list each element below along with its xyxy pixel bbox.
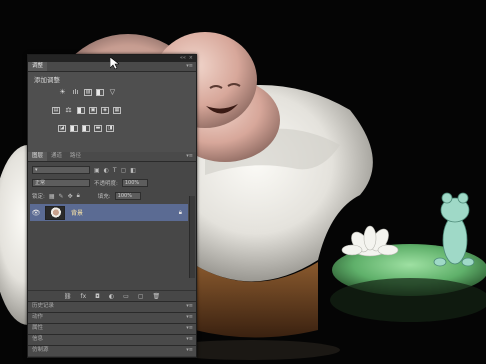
tab-paths[interactable]: 路径 xyxy=(66,152,85,161)
fill-label: 填充: xyxy=(97,194,111,200)
black-white-icon[interactable] xyxy=(77,107,85,114)
lock-move-icon[interactable]: ✥ xyxy=(68,193,73,200)
mixer-icon[interactable]: ◈ xyxy=(101,107,109,114)
blend-row: 正常 不透明度: 100% xyxy=(32,178,192,188)
adjustment-row-2: ▤ ⚖ ▣ ◈ ▦ xyxy=(52,107,121,114)
layers-menu-icon[interactable]: ▾≡ xyxy=(186,153,193,160)
filter-adjust-icon[interactable]: ◐ xyxy=(104,167,109,174)
link-icon[interactable]: ⛓︎ xyxy=(64,293,72,300)
history-panel-tab[interactable]: 历史记录 ▾≡ xyxy=(28,301,196,312)
opacity-label: 不透明度: xyxy=(94,181,118,187)
adjustment-layer-icon[interactable]: ◐ xyxy=(109,293,114,300)
lock-row: 锁定: ▦ ✎ ✥ 🔒︎ 填充: 100% xyxy=(32,191,192,201)
adjustment-row-1: ☀ ıIı ▨ ▽ xyxy=(58,89,117,96)
selective-color-icon[interactable]: ◨ xyxy=(106,125,114,132)
balance-icon[interactable]: ⚖ xyxy=(64,107,73,114)
mouse-cursor-icon xyxy=(110,57,119,70)
brightness-icon[interactable]: ☀ xyxy=(58,89,67,96)
panel-stack: «« × 调整 ▾≡ 添加调整 ☀ ıIı ▨ ▽ ▤ ⚖ ▣ ◈ ▦ ◪ ▬ … xyxy=(27,54,197,358)
clone-source-menu-icon[interactable]: ▾≡ xyxy=(186,347,193,354)
tab-adjustments[interactable]: 调整 xyxy=(28,62,48,71)
mask-icon[interactable]: ◘ xyxy=(95,293,100,300)
kind-filter[interactable]: ▾ xyxy=(32,166,90,174)
layer-lock-icon: 🔒︎ xyxy=(178,208,182,216)
filter-shape-icon[interactable]: ▢ xyxy=(121,167,127,174)
lock-all-icon[interactable]: 🔒︎ xyxy=(77,192,80,200)
curves-icon[interactable]: ▨ xyxy=(84,89,92,96)
tab-properties[interactable]: 属性 xyxy=(28,325,47,331)
gradient-map-triangle-icon[interactable]: ▽ xyxy=(108,89,117,96)
tab-layers[interactable]: 图层 xyxy=(28,152,48,161)
properties-menu-icon[interactable]: ▾≡ xyxy=(186,325,193,332)
adjustments-title: 添加调整 xyxy=(34,76,60,84)
lock-transparent-icon[interactable]: ▦ xyxy=(49,193,55,200)
blend-mode-select[interactable]: 正常 xyxy=(32,179,90,187)
photo-filter-icon[interactable]: ▣ xyxy=(89,107,97,114)
layers-footer: ⛓︎ fx ◘ ◐ ▭ ▢ 🗑︎ xyxy=(28,290,196,301)
layer-row-background[interactable]: 👁︎ 背景 🔒︎ xyxy=(30,204,188,221)
posterize-icon[interactable] xyxy=(70,125,78,132)
lookup-icon[interactable]: ▦ xyxy=(113,107,121,114)
delete-icon[interactable]: 🗑︎ xyxy=(153,293,161,300)
clone-source-panel-tab[interactable]: 仿制源 ▾≡ xyxy=(28,345,196,356)
layers-tabbar: 图层 通道 路径 ▾≡ xyxy=(28,152,196,162)
actions-menu-icon[interactable]: ▾≡ xyxy=(186,314,193,321)
history-menu-icon[interactable]: ▾≡ xyxy=(186,303,193,310)
group-icon[interactable]: ▭ xyxy=(123,293,129,300)
properties-panel-tab[interactable]: 属性 ▾≡ xyxy=(28,323,196,334)
threshold-icon[interactable] xyxy=(82,125,90,132)
layer-filter-row: ▾ ▣ ◐ T ▢ ◧ xyxy=(32,165,192,175)
tab-history[interactable]: 历史记录 xyxy=(28,303,58,309)
adjustments-panel: 添加调整 ☀ ıIı ▨ ▽ ▤ ⚖ ▣ ◈ ▦ ◪ ▬ ◨ xyxy=(28,72,196,152)
layers-panel: ▾ ▣ ◐ T ▢ ◧ 正常 不透明度: 100% 锁定: ▦ ✎ ✥ 🔒︎ 填… xyxy=(28,162,196,301)
opacity-input[interactable]: 100% xyxy=(121,179,148,187)
lock-brush-icon[interactable]: ✎ xyxy=(59,193,64,200)
tab-info[interactable]: 信息 xyxy=(28,336,47,342)
tab-clone-source[interactable]: 仿制源 xyxy=(28,347,53,353)
layer-name[interactable]: 背景 xyxy=(71,208,83,217)
gradient-map-icon[interactable]: ▬ xyxy=(94,125,102,132)
close-icon[interactable]: × xyxy=(189,55,193,62)
layers-scrollbar[interactable] xyxy=(189,196,195,278)
actions-panel-tab[interactable]: 动作 ▾≡ xyxy=(28,312,196,323)
filter-pixel-icon[interactable]: ▣ xyxy=(94,167,100,174)
tab-channels[interactable]: 通道 xyxy=(47,152,66,161)
info-menu-icon[interactable]: ▾≡ xyxy=(186,336,193,343)
fx-icon[interactable]: fx xyxy=(80,293,86,300)
adjustment-row-3: ◪ ▬ ◨ xyxy=(58,125,114,132)
new-layer-icon[interactable]: ▢ xyxy=(138,293,144,300)
exposure-icon[interactable] xyxy=(96,89,104,96)
info-panel-tab[interactable]: 信息 ▾≡ xyxy=(28,334,196,345)
collapse-icon[interactable]: «« xyxy=(180,55,186,62)
lock-label: 锁定: xyxy=(32,194,45,200)
visibility-eye-icon[interactable]: 👁︎ xyxy=(30,209,42,217)
invert-icon[interactable]: ◪ xyxy=(58,125,66,132)
tab-actions[interactable]: 动作 xyxy=(28,314,47,320)
vibrance-icon[interactable]: ▤ xyxy=(52,107,60,114)
levels-icon[interactable]: ıIı xyxy=(71,89,80,96)
layer-thumbnail xyxy=(45,205,65,220)
panel-menu-icon[interactable]: ▾≡ xyxy=(186,63,193,70)
filter-type-icon[interactable]: T xyxy=(113,167,117,174)
fill-input[interactable]: 100% xyxy=(114,192,141,200)
filter-smart-icon[interactable]: ◧ xyxy=(130,167,136,174)
